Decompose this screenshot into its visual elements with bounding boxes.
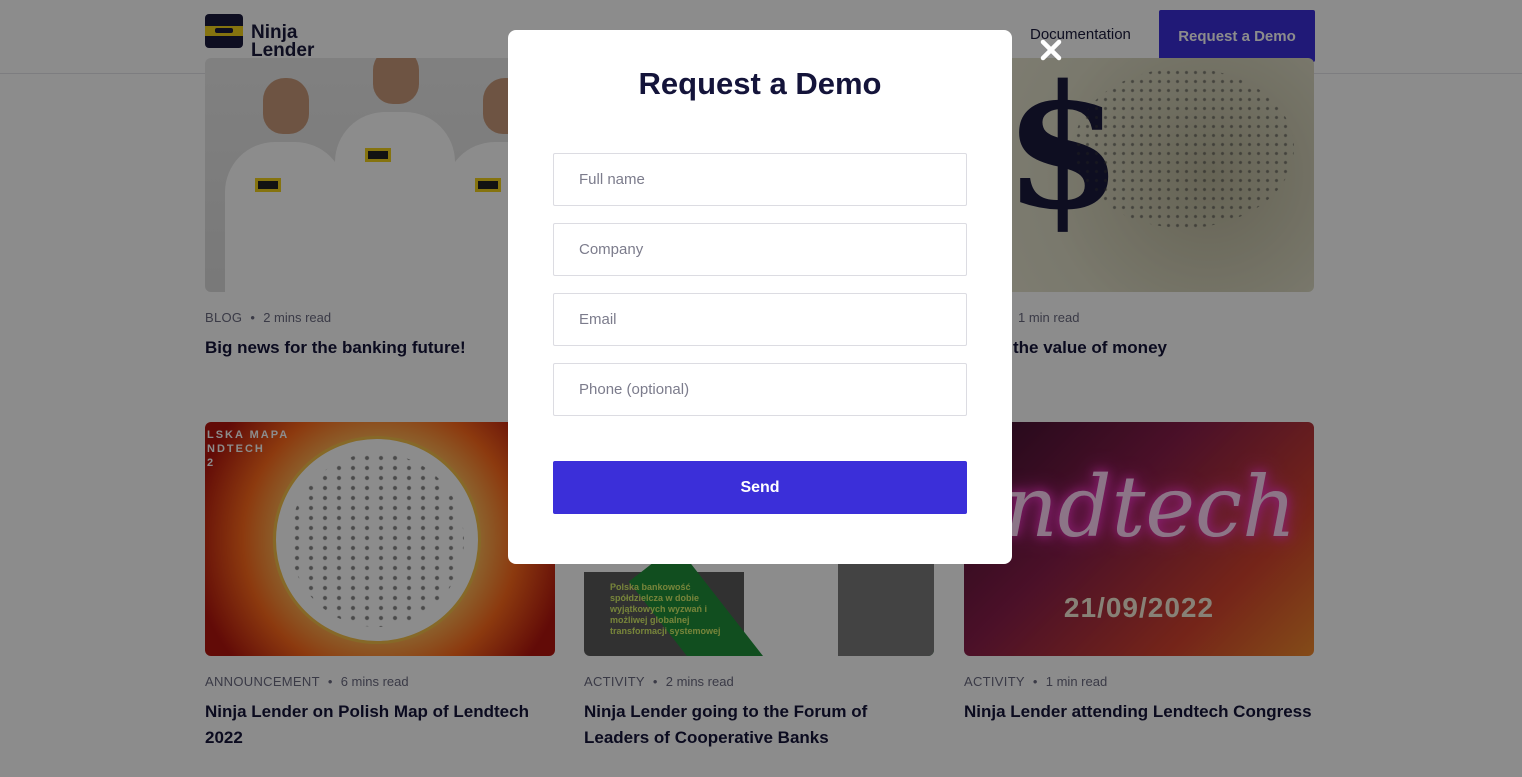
phone-field[interactable]	[553, 363, 967, 416]
email-field[interactable]	[553, 293, 967, 346]
close-modal-button[interactable]	[1037, 36, 1065, 64]
request-demo-modal: Request a Demo Send	[508, 30, 1012, 564]
send-button[interactable]: Send	[553, 461, 967, 514]
close-icon	[1040, 39, 1062, 61]
full-name-field[interactable]	[553, 153, 967, 206]
company-field[interactable]	[553, 223, 967, 276]
modal-title: Request a Demo	[638, 66, 882, 101]
